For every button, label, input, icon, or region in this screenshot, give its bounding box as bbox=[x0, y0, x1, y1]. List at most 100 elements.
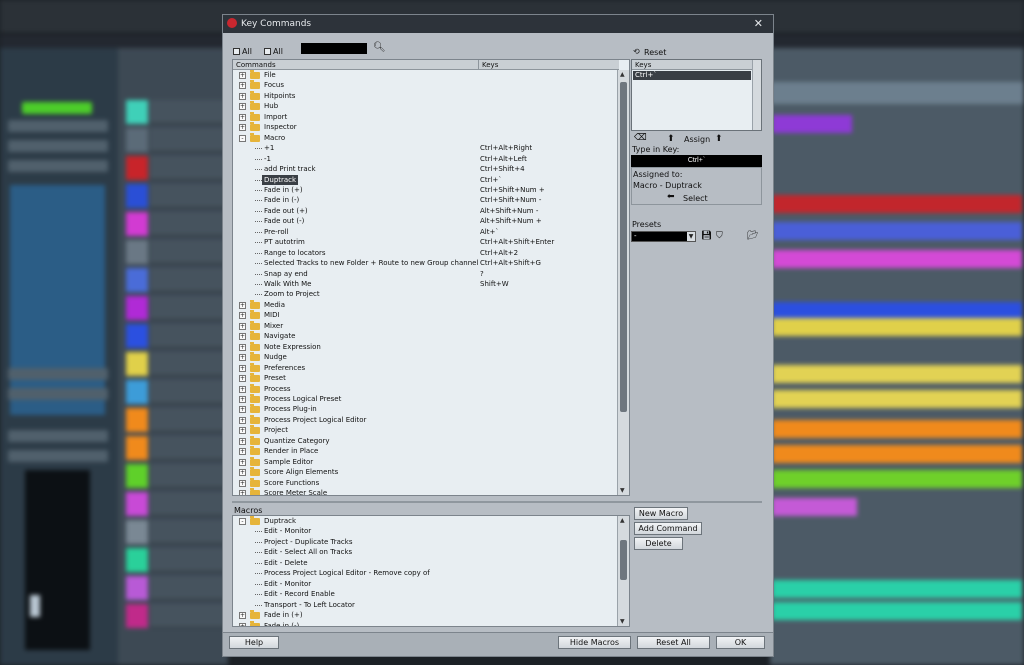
tree-folder-row[interactable]: + Note Expression bbox=[233, 341, 617, 352]
left-arrow-icon[interactable]: ⬅ bbox=[667, 192, 675, 202]
expand-icon[interactable]: + bbox=[239, 354, 246, 362]
expand-icon[interactable]: + bbox=[239, 113, 246, 121]
tree-command-row[interactable]: Process Project Logical Editor - Remove … bbox=[233, 568, 617, 578]
tree-command-row[interactable]: Fade in (+) Ctrl+Shift+Num + bbox=[233, 185, 617, 195]
expand-icon[interactable]: + bbox=[239, 622, 246, 626]
expand-icon[interactable]: + bbox=[239, 479, 246, 487]
expand-icon[interactable]: + bbox=[239, 458, 246, 466]
commands-column-header[interactable]: Commands bbox=[233, 60, 479, 70]
tree-command-row[interactable]: Fade out (+) Alt+Shift+Num - bbox=[233, 206, 617, 216]
tree-folder-row[interactable]: + Hitpoints bbox=[233, 90, 617, 101]
search-input[interactable] bbox=[301, 43, 367, 54]
macros-list[interactable]: - Duptrack Edit - Monitor Project - Duplica… bbox=[232, 515, 630, 627]
reset-label[interactable]: Reset bbox=[644, 48, 666, 57]
tree-folder-row[interactable]: + Score Functions bbox=[233, 477, 617, 488]
tree-folder-row[interactable]: + Process bbox=[233, 383, 617, 394]
expand-icon[interactable]: + bbox=[239, 416, 246, 424]
tree-folder-row[interactable]: + Project bbox=[233, 425, 617, 435]
expand-icon[interactable]: + bbox=[239, 490, 246, 495]
tree-folder-row[interactable]: + Quantize Category bbox=[233, 435, 617, 446]
tree-command-row[interactable]: +1 Ctrl+Alt+Right bbox=[233, 143, 617, 153]
tree-folder-row[interactable]: + Hub bbox=[233, 101, 617, 111]
expand-icon[interactable]: + bbox=[239, 375, 246, 383]
tree-command-row[interactable]: Selected Tracks to new Folder + Route to… bbox=[233, 258, 617, 268]
keys-list[interactable]: Keys Ctrl+` bbox=[631, 59, 762, 131]
tree-folder-row[interactable]: + Process Project Logical Editor bbox=[233, 414, 617, 425]
tree-folder-row[interactable]: + File bbox=[233, 70, 617, 80]
expand-icon[interactable]: + bbox=[239, 385, 246, 393]
collapse-icon[interactable]: - bbox=[239, 134, 246, 142]
expand-icon[interactable]: + bbox=[239, 92, 246, 100]
scroll-down-icon[interactable]: ▼ bbox=[620, 618, 625, 625]
chevron-down-icon[interactable]: ▼ bbox=[687, 232, 695, 241]
tree-command-row[interactable]: Project - Duplicate Tracks bbox=[233, 537, 617, 547]
commands-scrollbar[interactable]: ▲ ▼ bbox=[617, 70, 629, 495]
tree-folder-row[interactable]: + Preset bbox=[233, 373, 617, 383]
expand-icon[interactable]: + bbox=[239, 322, 246, 330]
save-icon[interactable]: 💾︎ bbox=[701, 231, 712, 241]
expand-icon[interactable]: + bbox=[239, 301, 246, 309]
tree-command-row[interactable]: Snap ay end? bbox=[233, 269, 617, 279]
expand-icon[interactable]: + bbox=[239, 124, 246, 132]
scroll-up-icon[interactable]: ▲ bbox=[620, 517, 625, 524]
tree-folder-row[interactable]: + Fade in (-) bbox=[233, 620, 617, 626]
tree-folder-row[interactable]: + Media bbox=[233, 299, 617, 310]
macros-scrollbar[interactable]: ▲ ▼ bbox=[617, 516, 629, 626]
tree-command-row[interactable]: -1 Ctrl+Alt+Left bbox=[233, 154, 617, 164]
assign-label[interactable]: Assign bbox=[684, 135, 710, 144]
expand-icon[interactable]: + bbox=[239, 469, 246, 477]
commands-tree[interactable]: + File + Focus + Hitpoints + Hub + Import + Inspect… bbox=[233, 70, 617, 495]
expand-icon[interactable]: + bbox=[239, 333, 246, 341]
expand-icon[interactable]: + bbox=[239, 437, 246, 445]
tree-folder-row[interactable]: + Process Logical Preset bbox=[233, 393, 617, 404]
tree-folder-row[interactable]: + Mixer bbox=[233, 320, 617, 331]
tree-command-row[interactable]: Edit - Select All on Tracks bbox=[233, 547, 617, 557]
collapse-icon[interactable]: - bbox=[239, 518, 246, 525]
expand-all-checkbox-icon[interactable] bbox=[233, 47, 240, 55]
delete-macro-button[interactable]: Delete bbox=[634, 537, 683, 550]
tree-folder-row[interactable]: + Import bbox=[233, 111, 617, 122]
reset-icon[interactable]: ⟲ bbox=[633, 47, 640, 56]
tree-command-row[interactable]: Edit - Monitor bbox=[233, 579, 617, 589]
tree-folder-row[interactable]: + Process Plug-in bbox=[233, 404, 617, 414]
expand-icon[interactable]: + bbox=[239, 406, 246, 414]
delete-key-icon[interactable]: ⌫ bbox=[634, 133, 647, 143]
new-macro-button[interactable]: New Macro bbox=[634, 507, 688, 520]
tree-command-row[interactable]: Duptrack Ctrl+` bbox=[233, 174, 617, 185]
tree-folder-row[interactable]: + Inspector bbox=[233, 122, 617, 132]
close-icon[interactable]: ✕ bbox=[754, 17, 763, 30]
tree-command-row[interactable]: Walk With Me Shift+W bbox=[233, 279, 617, 289]
tree-command-row[interactable]: Fade out (-) Alt+Shift+Num + bbox=[233, 216, 617, 226]
tree-command-row[interactable]: Pre-roll Alt+` bbox=[233, 227, 617, 237]
expand-all-toggle[interactable]: All bbox=[233, 45, 252, 57]
expand-icon[interactable]: + bbox=[239, 448, 246, 456]
up-arrow-icon[interactable]: ⬆ bbox=[715, 134, 723, 144]
tree-folder-row[interactable]: + Render in Place bbox=[233, 446, 617, 456]
collapse-all-checkbox-icon[interactable] bbox=[264, 47, 271, 55]
presets-dropdown[interactable]: - ▼ bbox=[631, 231, 696, 242]
scroll-down-icon[interactable]: ▼ bbox=[620, 487, 625, 494]
expand-icon[interactable]: + bbox=[239, 312, 246, 320]
ok-button[interactable]: OK bbox=[716, 636, 765, 649]
add-command-button[interactable]: Add Command bbox=[634, 522, 702, 535]
type-in-key-field[interactable] bbox=[631, 155, 762, 167]
commands-list[interactable]: Commands Keys + File + Focus + Hitpoints + Hub +… bbox=[232, 59, 630, 496]
scrollbar-thumb[interactable] bbox=[620, 82, 627, 412]
tree-command-row[interactable]: Transport - To Left Locator bbox=[233, 600, 617, 610]
expand-icon[interactable]: + bbox=[239, 103, 246, 111]
current-key[interactable]: Ctrl+` bbox=[633, 71, 751, 80]
tree-command-row[interactable]: Edit - Delete bbox=[233, 558, 617, 568]
expand-icon[interactable]: + bbox=[239, 82, 246, 90]
tree-folder-row[interactable]: + Fade in (+) bbox=[233, 610, 617, 620]
tree-folder-row[interactable]: + Navigate bbox=[233, 331, 617, 341]
tree-folder-row[interactable]: - Macro bbox=[233, 132, 617, 143]
delete-preset-icon[interactable]: ⛉ bbox=[716, 231, 723, 241]
hide-macros-button[interactable]: Hide Macros bbox=[558, 636, 631, 649]
import-icon[interactable]: 📂︎ bbox=[747, 231, 758, 241]
tree-folder-row[interactable]: + Focus bbox=[233, 80, 617, 90]
tree-command-row[interactable]: Zoom to Project bbox=[233, 289, 617, 299]
panel-divider[interactable] bbox=[232, 501, 762, 503]
tree-folder-row[interactable]: + Score Align Elements bbox=[233, 467, 617, 477]
search-icon[interactable]: 🔍︎ bbox=[373, 42, 386, 53]
macros-tree[interactable]: - Duptrack Edit - Monitor Project - Duplica… bbox=[233, 516, 617, 626]
